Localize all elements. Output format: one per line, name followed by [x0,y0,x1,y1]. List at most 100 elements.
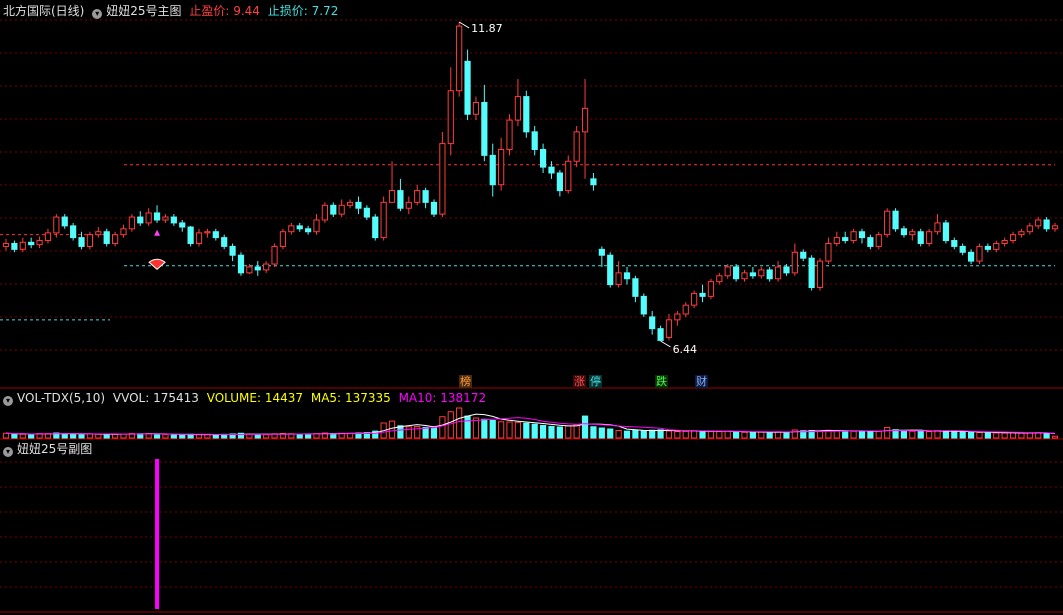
candle-body [951,240,958,247]
candle-body [153,212,161,221]
candle-body [472,101,480,115]
candle-body [422,190,429,203]
stop-loss-label: 止损价: [267,4,308,18]
candle-body [1009,234,1017,242]
candle-body [691,292,698,306]
candle-body [254,266,261,271]
volume-bar [623,430,631,439]
candle-body [397,190,404,209]
candle-body [800,251,807,259]
candle-body [548,166,555,174]
candle-body [380,201,387,239]
candle-body [70,225,77,239]
grid-lines [0,19,1063,613]
volume-bar [523,422,530,439]
volume-bar [422,426,429,439]
candle-body [733,266,740,280]
volume-bar [254,434,261,439]
volume-bar [305,433,312,439]
candle-body [967,251,975,262]
ma5-value: 137335 [344,391,391,405]
candle-body [531,131,538,150]
candlestick-series [2,22,1059,341]
candle-body [867,237,874,247]
marker-cai[interactable]: 财 [695,375,708,388]
candle-body [78,237,85,247]
marker-zhang[interactable]: 涨 [573,375,586,388]
candle-body [556,172,563,192]
volume-bar [967,431,975,439]
marker-die[interactable]: 跌 [655,375,668,388]
candle-body [212,231,219,239]
candle-body [716,275,723,283]
volume-bar [548,426,555,439]
volume-bar [875,430,882,439]
candle-body [539,148,547,168]
volume-bar [707,430,715,439]
volume-bar [833,430,840,439]
candle-body [1026,225,1033,233]
volume-value: 14437 [264,391,304,405]
candle-body [581,107,589,133]
volume-bar [539,425,547,439]
candle-body [766,269,773,280]
main-indicator-name[interactable]: 妞妞25号主图 [106,4,181,18]
candle-body [288,225,295,233]
candle-body [330,204,337,215]
volume-bar [724,430,731,439]
volume-bar [1026,432,1033,439]
candle-body [338,204,345,215]
candle-body [145,212,152,224]
candle-body [355,201,362,209]
volume-bar [28,434,35,439]
candle-body [456,25,463,92]
volume-bar [531,423,538,439]
candle-body [11,242,18,250]
volume-bar [430,427,438,439]
candle-body [573,131,580,162]
volume-bar [1001,432,1008,439]
volume-bar [170,434,177,439]
candle-body [842,237,849,242]
sub-chart-header: ▾ 妞妞25号副图 [3,442,96,457]
volume-bar [615,430,622,439]
stop-loss-value: 7.72 [311,4,339,18]
volume-bar [867,431,874,439]
volume-bar [489,420,496,439]
volume-bar [78,434,85,439]
ma10-label: MA10: [398,391,437,405]
volume-bar [909,430,916,439]
volume-bar [766,431,773,439]
candle-body [959,245,966,253]
volume-bar [649,429,656,439]
volume-bar [758,431,765,439]
candle-body [1018,231,1025,236]
candle-body [111,234,119,244]
sub-indicator-name[interactable]: 妞妞25号副图 [17,442,92,456]
candle-body [682,304,689,315]
volume-bar [1018,432,1025,439]
volume-bar [984,432,991,439]
candle-body [926,231,933,244]
volume-indicator-name[interactable]: VOL-TDX(5,10) [17,391,105,405]
volume-bar [926,431,933,439]
chevron-down-icon[interactable]: ▾ [3,447,13,457]
volume-bar [162,434,169,439]
sub-indicator-bar [155,459,160,609]
marker-bang[interactable]: 榜 [459,375,472,388]
volume-bar [917,430,924,439]
candle-body [623,272,631,280]
candle-body [514,96,522,121]
volume-bar [19,433,26,439]
candle-body [523,96,530,133]
marker-label: 停 [590,375,601,388]
volume-bar [1035,432,1042,439]
stock-title[interactable]: 北方国际(日线) [3,4,84,18]
candle-body [103,231,110,244]
price-annotations: 11.87 6.44 [148,21,697,356]
chevron-down-icon[interactable]: ▾ [92,9,103,19]
candle-body [439,143,446,215]
marker-ting[interactable]: 停 [589,375,602,388]
candle-body [657,328,664,341]
chevron-down-icon[interactable]: ▾ [3,396,13,406]
